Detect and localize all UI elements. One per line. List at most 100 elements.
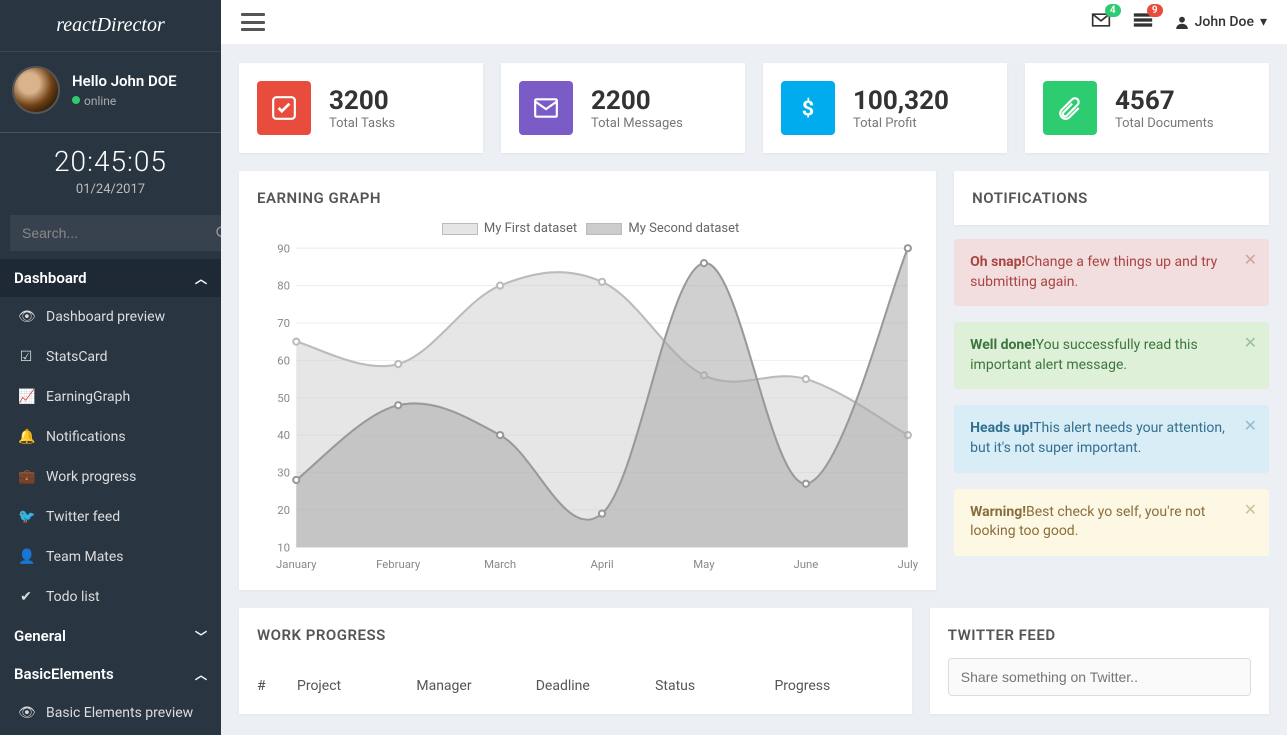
alert-info: Heads up!This alert needs your attention… [954,405,1269,472]
svg-text:$: $ [802,97,814,121]
status-dot-icon [72,96,80,104]
eye-icon: 👁 [18,705,34,721]
alert-success: Well done!You successfully read this imp… [954,322,1269,389]
nav-section-general[interactable]: General ﹀ [0,617,221,655]
area-chart-icon: 📈 [18,389,34,405]
eye-icon: 👁 [18,309,34,325]
close-icon[interactable]: ✕ [1244,499,1257,521]
stat-card-tasks: 3200Total Tasks [239,63,483,153]
earning-graph-panel: EARNING GRAPH My First dataset My Second… [239,171,936,590]
nav-item-earning-graph[interactable]: 📈EarningGraph [0,377,221,417]
tasks-button[interactable]: 9 [1133,12,1153,32]
nav-section-label: General [14,627,66,645]
svg-text:10: 10 [277,540,290,554]
stat-label: Total Messages [591,116,683,131]
stat-value: 4567 [1115,86,1214,116]
twitter-feed-panel: TWITTER FEED [930,608,1269,714]
close-icon[interactable]: ✕ [1244,332,1257,354]
chevron-up-icon: ︿ [195,666,207,683]
panel-title: EARNING GRAPH [257,189,918,207]
twitter-input[interactable] [948,658,1251,696]
search-input[interactable] [10,215,215,251]
svg-text:April: April [590,557,613,571]
user-greeting: Hello John DOE [72,72,177,90]
svg-text:May: May [693,557,715,571]
caret-down-icon: ▾ [1260,14,1267,30]
nav-item-work-progress[interactable]: 💼Work progress [0,457,221,497]
nav-item-statscard[interactable]: ☑StatsCard [0,337,221,377]
notifications-panel: NOTIFICATIONS [954,171,1269,225]
stat-label: Total Profit [853,116,949,131]
nav-item-todo-list[interactable]: ✔Todo list [0,577,221,617]
bell-icon: 🔔 [18,429,34,445]
svg-text:February: February [376,557,421,571]
nav-section-label: Dashboard [14,269,87,287]
table-header: Project [297,678,416,694]
check-square-icon: ☑ [18,349,34,365]
tasks-badge: 9 [1147,4,1163,17]
clock-date: 01/24/2017 [0,182,221,197]
nav-item-dashboard-preview[interactable]: 👁Dashboard preview [0,297,221,337]
nav-item-twitter-feed[interactable]: 🐦Twitter feed [0,497,221,537]
stat-label: Total Tasks [329,116,395,131]
paperclip-icon [1043,81,1097,135]
user-name: John Doe [1195,14,1254,30]
legend-swatch-icon [586,223,622,235]
clock: 20:45:05 01/24/2017 [0,137,221,207]
menu-toggle-button[interactable] [241,13,265,31]
svg-text:40: 40 [277,428,290,442]
svg-text:60: 60 [277,353,290,367]
user-icon: 👤 [18,549,34,565]
stat-value: 100,320 [853,86,949,116]
nav-section-dashboard[interactable]: Dashboard ︿ [0,259,221,297]
stat-cards-row: 3200Total Tasks 2200Total Messages $ 100… [239,63,1269,153]
user-block: Hello John DOE online [0,52,221,128]
stat-card-messages: 2200Total Messages [501,63,745,153]
nav-item-basic-elements-preview[interactable]: 👁Basic Elements preview [0,693,221,733]
svg-text:30: 30 [277,466,290,480]
work-progress-panel: WORK PROGRESS # Project Manager Deadline… [239,608,912,714]
nav-section-basic-elements[interactable]: BasicElements ︿ [0,655,221,693]
svg-text:June: June [793,557,818,571]
chevron-down-icon: ﹀ [195,628,207,645]
alert-danger: Oh snap!Change a few things up and try s… [954,239,1269,306]
svg-text:July: July [897,557,918,571]
nav-item-team-mates[interactable]: 👤Team Mates [0,537,221,577]
svg-text:50: 50 [277,391,290,405]
topbar: 4 9 John Doe ▾ [221,0,1287,45]
stat-card-documents: 4567Total Documents [1025,63,1269,153]
mail-button[interactable]: 4 [1091,12,1111,32]
dollar-icon: $ [781,81,835,135]
svg-text:January: January [276,557,317,571]
table-header: Deadline [536,678,655,694]
alert-strong: Well done! [970,337,1035,353]
legend-swatch-icon [442,223,478,235]
table-header: Status [655,678,774,694]
alert-warning: Warning!Best check yo self, you're not l… [954,489,1269,556]
chevron-up-icon: ︿ [195,270,207,287]
user-status: online [84,94,116,108]
clock-time: 20:45:05 [0,145,221,178]
panel-title: WORK PROGRESS [257,626,894,644]
divider [0,132,221,133]
stat-label: Total Documents [1115,116,1214,131]
check-icon: ✔ [18,589,34,605]
panel-title: TWITTER FEED [948,626,1251,644]
twitter-icon: 🐦 [18,509,34,525]
stat-value: 3200 [329,86,395,116]
close-icon[interactable]: ✕ [1244,249,1257,271]
briefcase-icon: 💼 [18,469,34,485]
brand-title: reactDirector [0,0,221,52]
avatar [12,66,60,114]
nav-item-notifications[interactable]: 🔔Notifications [0,417,221,457]
work-table-headers: # Project Manager Deadline Status Progre… [257,658,894,694]
legend-label: My Second dataset [628,221,739,236]
sidebar: reactDirector Hello John DOE online 20:4… [0,0,221,735]
envelope-icon [519,81,573,135]
table-header: Manager [416,678,535,694]
close-icon[interactable]: ✕ [1244,415,1257,437]
alert-strong: Warning! [970,504,1026,520]
stat-card-profit: $ 100,320Total Profit [763,63,1007,153]
svg-text:20: 20 [277,503,290,517]
user-dropdown[interactable]: John Doe ▾ [1175,14,1267,30]
